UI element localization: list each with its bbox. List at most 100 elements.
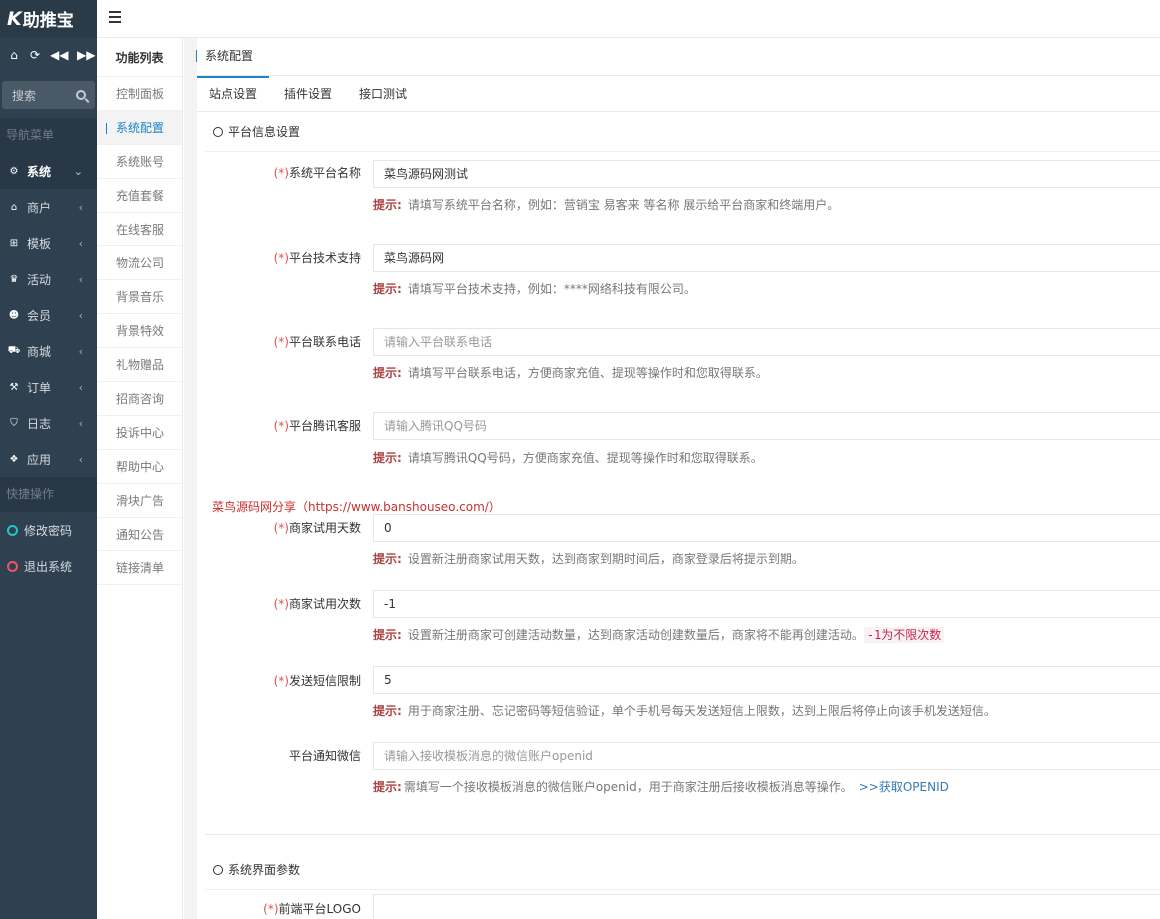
tab-plugin-settings[interactable]: 插件设置 [272,76,344,111]
form-body: (*)系统平台名称 菜鸟源码网测试 提示: 请填写系统平台名称，例如：营销宝 易客… [197,152,1160,919]
unlimited-code-tag: -1为不限次数 [863,627,945,643]
field-label: (*)平台联系电话 [273,335,361,349]
function-item[interactable]: 链接清单 [97,551,182,586]
contact-phone-input[interactable]: 请输入平台联系电话 [373,328,1160,356]
sitemap-icon: ⊞ [9,237,19,249]
section-platform-info: 平台信息设置 [205,112,1160,152]
section-divider [205,834,1160,835]
function-item[interactable]: 在线客服 [97,213,182,247]
section-ui-params: 系统界面参数 [205,850,1160,890]
field-hint: 提示: 请填写平台技术支持，例如：****网络科技有限公司。 [373,282,696,296]
home-icon: ⌂ [10,201,18,213]
function-item[interactable]: 帮助中心 [97,450,182,484]
field-label: (*)平台技术支持 [273,251,361,265]
function-item[interactable]: 控制面板 [97,77,182,111]
function-item[interactable]: 背景特效 [97,314,182,349]
field-hint: 提示: 设置新注册商家试用天数，达到商家到期时间后，商家登录后将提示到期。 [373,552,804,566]
field-hint: 提示: 请填写腾讯QQ号码，方便商家充值、提现等操作时和您取得联系。 [373,451,763,465]
cart-icon: ⛟ [7,344,21,356]
trial-days-input[interactable]: 0 [373,514,1160,542]
change-password-link[interactable]: 修改密码 [0,512,97,548]
sidebar-item-merchant[interactable]: ⌂ 商户 ‹ [0,189,97,225]
users-icon: ☻ [8,309,20,321]
brand-logo[interactable]: K 助推宝 [0,0,97,37]
function-item[interactable]: 滑块广告 [97,484,182,518]
search-placeholder: 搜索 [12,88,37,103]
sms-limit-input[interactable]: 5 [373,666,1160,694]
field-hint: 提示: 设置新注册商家可创建活动数量，达到商家活动创建数量后，商家将不能再创建活动… [373,626,945,643]
field-label: (*)商家试用天数 [273,521,361,535]
gear-icon: ⚙ [9,165,19,177]
quick-section-title: 快捷操作 [0,477,97,512]
circle-icon [7,524,18,536]
nav-section-title: 导航菜单 [0,118,97,153]
chevron-left-icon: ‹ [78,272,83,286]
field-label: (*)前端平台LOGO [263,902,361,916]
sidebar-item-order[interactable]: ⚒ 订单 ‹ [0,369,97,405]
function-item[interactable]: 招商咨询 [97,382,182,416]
sidebar-item-template[interactable]: ⊞ 模板 ‹ [0,225,97,261]
sidebar-item-mall[interactable]: ⛟ 商城 ‹ [0,333,97,369]
search-icon[interactable] [76,90,86,100]
chevron-left-icon: ‹ [78,380,83,394]
sidebar: K 助推宝 ⌂ ⟳ ◀◀ ▶▶ 搜索 导航菜单 ⚙ 系统 ⌄ ⌂ 商户 ‹ ⊞ … [0,0,97,919]
field-label: 平台通知微信 [288,749,361,763]
field-label: (*)系统平台名称 [273,166,361,180]
sidebar-item-activity[interactable]: ♛ 活动 ‹ [0,261,97,297]
function-item[interactable]: 系统账号 [97,145,182,179]
home-icon[interactable]: ⌂ [8,48,20,62]
function-list-title: 功能列表 [97,38,182,77]
function-item[interactable]: 通知公告 [97,518,182,552]
chevron-left-icon: ‹ [78,416,83,430]
trial-count-input[interactable]: -1 [373,590,1160,618]
field-label: (*)商家试用次数 [273,597,361,611]
menu-toggle-icon[interactable] [109,11,121,23]
function-item[interactable]: 投诉中心 [97,416,182,450]
circle-icon [213,865,223,875]
logout-link[interactable]: 退出系统 [0,548,97,584]
tab-bar: 站点设置 插件设置 接口测试 [197,76,1160,112]
logo-mark: K [7,7,22,30]
field-hint: 提示: 需填写一个接收模板消息的微信账户openid，用于商家注册后接收模板消息等… [373,780,949,794]
logo-input[interactable] [373,894,1160,919]
quick-icon-bar: ⌂ ⟳ ◀◀ ▶▶ [0,37,97,73]
chevron-left-icon: ‹ [78,200,83,214]
platform-name-input[interactable]: 菜鸟源码网测试 [373,160,1160,188]
circle-icon [213,127,223,137]
chevron-down-icon: ⌄ [73,164,83,178]
tech-support-input[interactable]: 菜鸟源码网 [373,244,1160,272]
sidebar-item-app[interactable]: ❖ 应用 ‹ [0,441,97,477]
function-item-active[interactable]: 系统配置 [97,110,182,145]
tab-site-settings[interactable]: 站点设置 [197,76,270,111]
main-area: 系统配置 站点设置 插件设置 接口测试 平台信息设置 (*)系统平台名称 菜鸟源… [184,38,1160,919]
top-bar [97,0,1160,38]
sidebar-search-input[interactable]: 搜索 [2,81,95,109]
function-item[interactable]: 充值套餐 [97,179,182,213]
function-item[interactable]: 物流公司 [97,246,182,281]
qq-service-input[interactable]: 请输入腾讯QQ号码 [373,412,1160,440]
sidebar-item-system[interactable]: ⚙ 系统 ⌄ [0,153,97,189]
backward-icon[interactable]: ◀◀ [50,48,68,62]
field-label: (*)平台腾讯客服 [273,419,361,433]
shield-icon: ⛉ [10,417,18,429]
function-item[interactable]: 礼物赠品 [97,348,182,383]
get-openid-link[interactable]: >>获取OPENID [859,780,949,794]
forward-icon[interactable]: ▶▶ [77,48,95,62]
panel-title: 系统配置 [196,38,1160,76]
logo-text: 助推宝 [22,11,74,31]
chevron-left-icon: ‹ [78,236,83,250]
config-panel: 系统配置 站点设置 插件设置 接口测试 平台信息设置 (*)系统平台名称 菜鸟源… [196,38,1160,919]
sidebar-item-member[interactable]: ☻ 会员 ‹ [0,297,97,333]
wechat-openid-input[interactable]: 请输入接收模板消息的微信账户openid [373,742,1160,770]
field-label: (*)发送短信限制 [273,674,361,688]
function-item[interactable]: 背景音乐 [97,280,182,315]
trophy-icon: ♛ [9,273,19,285]
sidebar-item-log[interactable]: ⛉ 日志 ‹ [0,405,97,441]
gavel-icon: ⚒ [9,381,19,393]
tab-api-test[interactable]: 接口测试 [347,76,419,111]
chevron-left-icon: ‹ [78,344,83,358]
field-hint: 提示: 请填写系统平台名称，例如：营销宝 易客来 等名称 展示给平台商家和终端用户… [373,198,840,212]
share-note: 菜鸟源码网分享（https://www.banshouseo.com/） [212,500,501,514]
refresh-icon[interactable]: ⟳ [29,48,41,62]
circle-icon [7,560,18,572]
